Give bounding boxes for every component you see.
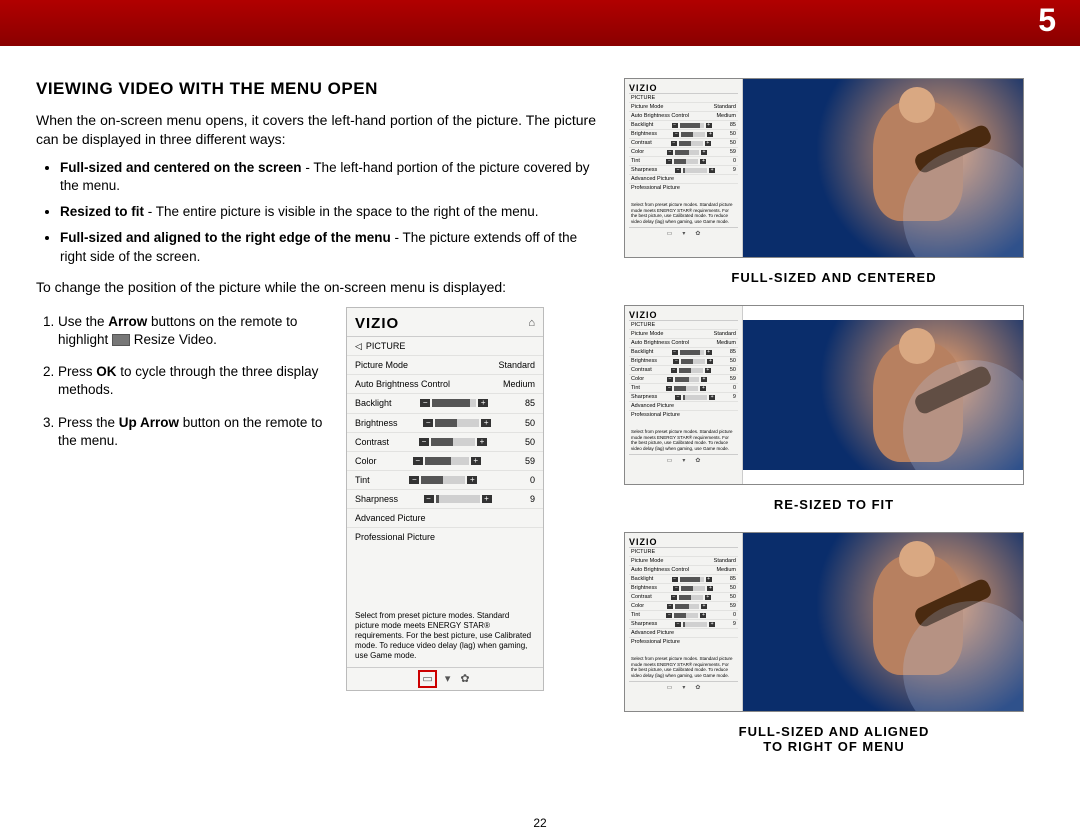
osd-menu-thumbnail: VIZIOPICTUREPicture ModeStandardAuto Bri… — [625, 533, 743, 711]
page-number: 22 — [533, 816, 546, 830]
intro-paragraph: When the on-screen menu opens, it covers… — [36, 111, 596, 149]
osd-menu-thumbnail: VIZIOPICTUREPicture ModeStandardAuto Bri… — [625, 79, 743, 257]
back-icon[interactable]: ◁ — [355, 340, 362, 352]
thumbnail-caption: RE-SIZED TO FIT — [624, 497, 1044, 512]
wide-icon[interactable]: ▾ — [445, 672, 451, 687]
display-mode-thumbnail: VIZIOPICTUREPicture ModeStandardAuto Bri… — [624, 305, 1024, 485]
menu-help-text: Select from preset picture modes. Standa… — [347, 605, 543, 667]
list-item: Resized to fit - The entire picture is v… — [60, 203, 596, 221]
left-column: VIEWING VIDEO WITH THE MENU OPEN When th… — [36, 78, 596, 814]
settings-icon[interactable]: ✿ — [460, 672, 469, 687]
menu-row[interactable]: Contrast−+50 — [347, 432, 543, 451]
page-content: VIEWING VIDEO WITH THE MENU OPEN When th… — [36, 78, 1044, 814]
chapter-number: 5 — [1038, 2, 1056, 39]
section-heading: VIEWING VIDEO WITH THE MENU OPEN — [36, 78, 596, 101]
list-item: Full-sized and centered on the screen - … — [60, 159, 596, 195]
resize-glyph-icon — [112, 334, 130, 346]
home-icon[interactable]: ⌂ — [528, 316, 535, 331]
menu-row[interactable]: Backlight−+85 — [347, 393, 543, 412]
chapter-bar: 5 — [0, 0, 1080, 46]
display-mode-thumbnail: VIZIOPICTUREPicture ModeStandardAuto Bri… — [624, 532, 1024, 712]
thumbnail-column: VIZIOPICTUREPicture ModeStandardAuto Bri… — [624, 78, 1044, 768]
menu-row[interactable]: Color−+59 — [347, 451, 543, 470]
menu-row[interactable]: Tint−+0 — [347, 470, 543, 489]
display-mode-thumbnail: VIZIOPICTUREPicture ModeStandardAuto Bri… — [624, 78, 1024, 258]
step-item: Press the Up Arrow button on the remote … — [58, 414, 328, 450]
osd-menu-large: VIZIO ⌂ ◁ PICTURE Picture ModeStandardAut… — [346, 307, 544, 692]
step-item: Press OK to cycle through the three disp… — [58, 363, 328, 399]
steps-list: Use the Arrow buttons on the remote to h… — [58, 313, 328, 464]
video-preview-image — [743, 533, 1023, 711]
thumbnail-caption: FULL-SIZED AND ALIGNEDTO RIGHT OF MENU — [624, 724, 1044, 754]
right-column: VIZIOPICTUREPicture ModeStandardAuto Bri… — [624, 78, 1044, 814]
menu-row[interactable]: Picture ModeStandard — [347, 355, 543, 374]
menu-brand: VIZIO — [355, 314, 399, 334]
step-item: Use the Arrow buttons on the remote to h… — [58, 313, 328, 349]
menu-row[interactable]: Brightness−+50 — [347, 413, 543, 432]
menu-row[interactable]: Advanced Picture — [347, 508, 543, 527]
menu-section-label: PICTURE — [366, 341, 406, 351]
change-instruction: To change the position of the picture wh… — [36, 278, 596, 297]
display-mode-list: Full-sized and centered on the screen - … — [60, 159, 596, 266]
resize-video-icon[interactable]: ▭ — [420, 672, 434, 687]
menu-bottom-bar: ▭ ▾ ✿ — [347, 667, 543, 691]
menu-row[interactable]: Auto Brightness ControlMedium — [347, 374, 543, 393]
thumbnail-caption: FULL-SIZED AND CENTERED — [624, 270, 1044, 285]
menu-breadcrumb[interactable]: ◁ PICTURE — [347, 336, 543, 355]
list-item: Full-sized and aligned to the right edge… — [60, 229, 596, 265]
steps-and-menu-row: Use the Arrow buttons on the remote to h… — [36, 307, 596, 692]
video-preview-image — [743, 79, 1023, 257]
osd-menu-thumbnail: VIZIOPICTUREPicture ModeStandardAuto Bri… — [625, 306, 743, 484]
menu-row[interactable]: Sharpness−+9 — [347, 489, 543, 508]
video-preview-image — [743, 320, 1023, 470]
menu-row[interactable]: Professional Picture — [347, 527, 543, 546]
